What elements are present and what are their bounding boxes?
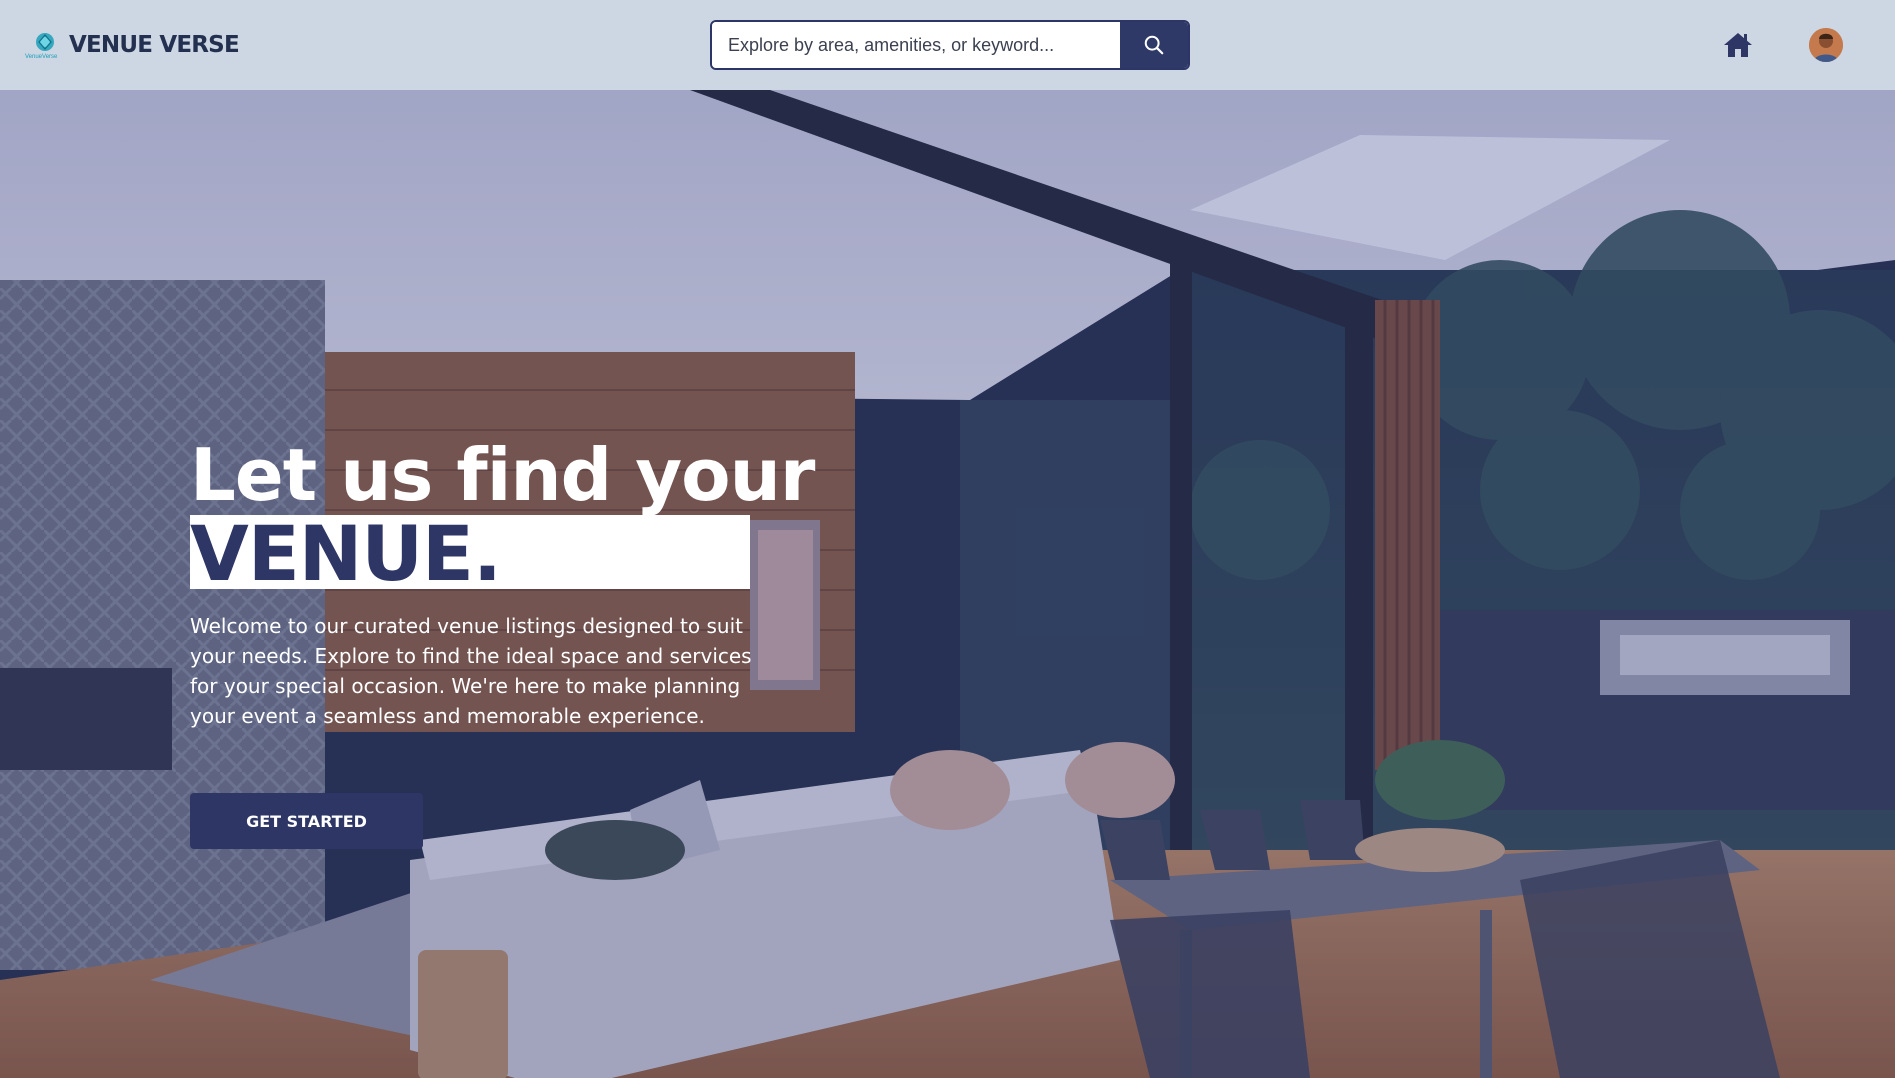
search-button[interactable] — [1120, 22, 1188, 68]
hero-headline-line1: Let us find your — [190, 433, 815, 517]
hero-headline: Let us find your VENUE. — [190, 435, 815, 589]
get-started-button[interactable]: GET STARTED — [190, 793, 423, 849]
avatar-icon — [1809, 28, 1843, 62]
search-input[interactable] — [712, 22, 1120, 68]
navbar: VenueVerse VENUE VERSE — [0, 0, 1895, 90]
hero-intro-text: Welcome to our curated venue listings de… — [190, 614, 752, 728]
logo-mark-text: VenueVerse — [25, 54, 58, 60]
search-bar — [710, 20, 1190, 70]
user-avatar[interactable] — [1809, 28, 1843, 62]
brand-logo[interactable]: VenueVerse VENUE VERSE — [25, 30, 240, 60]
logo-mark-icon: VenueVerse — [25, 30, 67, 60]
hero-section: Let us find your VENUE. Welcome to our c… — [0, 90, 1895, 1078]
search-icon — [1144, 35, 1164, 55]
brand-name: VENUE VERSE — [69, 32, 240, 58]
hero-content: Let us find your VENUE. Welcome to our c… — [190, 435, 815, 849]
home-button[interactable] — [1722, 31, 1754, 59]
home-icon — [1724, 33, 1752, 57]
hero-headline-venue: VENUE. — [190, 515, 750, 589]
